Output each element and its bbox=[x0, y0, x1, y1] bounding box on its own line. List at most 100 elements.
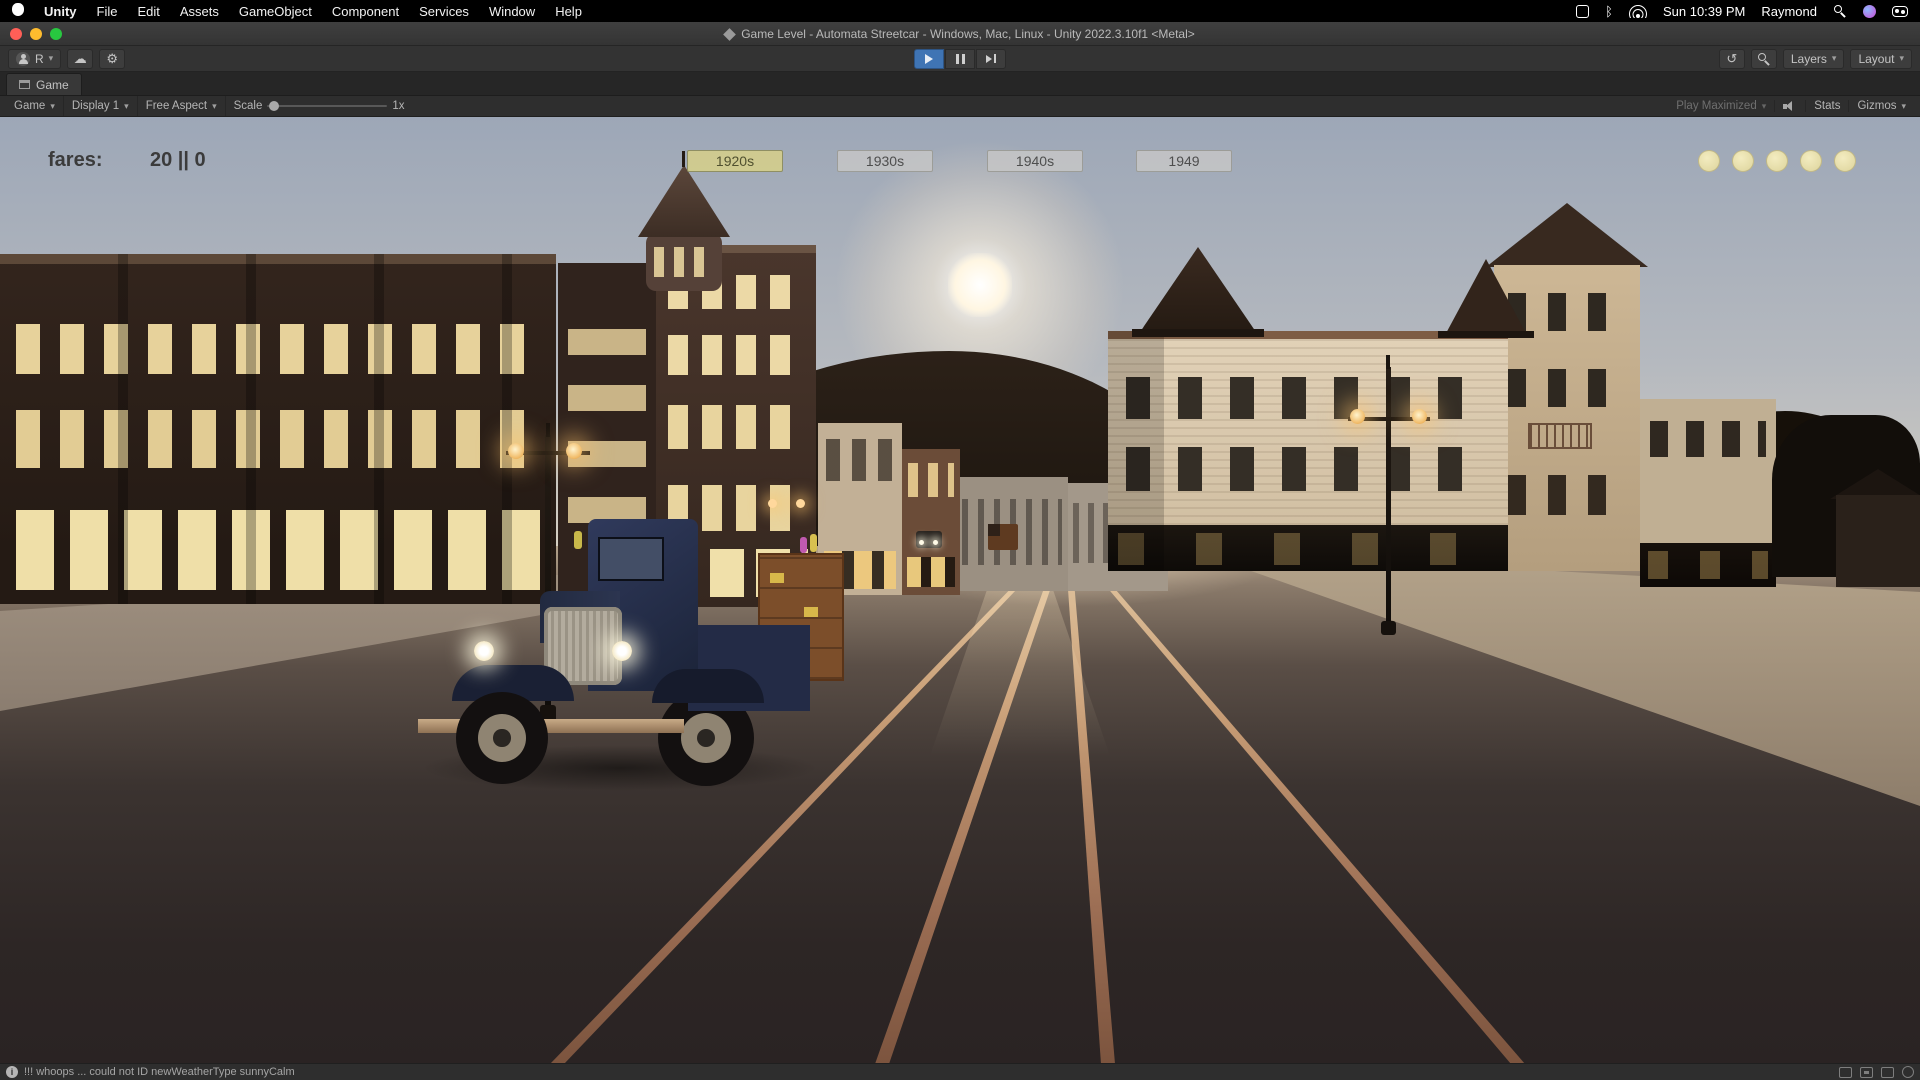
shop-building-brick bbox=[902, 449, 960, 595]
siri-icon[interactable] bbox=[1863, 5, 1876, 18]
menubar-user[interactable]: Raymond bbox=[1761, 4, 1817, 19]
streetlamp-left-globe bbox=[566, 443, 582, 459]
screen: Unity File Edit Assets GameObject Compon… bbox=[0, 0, 1920, 1080]
menu-services[interactable]: Services bbox=[419, 4, 469, 19]
game-tab-icon bbox=[19, 80, 30, 89]
aspect-ratio-dropdown[interactable]: Free Aspect▾ bbox=[138, 96, 226, 116]
mute-audio-button[interactable] bbox=[1775, 100, 1806, 112]
pause-button[interactable] bbox=[945, 49, 975, 69]
minimize-window-button[interactable] bbox=[30, 28, 42, 40]
statusbar-message[interactable]: !!! whoops ... could not ID newWeatherTy… bbox=[24, 1066, 295, 1078]
menubar-status-area: ᛒ Sun 10:39 PM Raymond bbox=[1576, 4, 1908, 19]
statusbar-icon[interactable] bbox=[1839, 1067, 1852, 1078]
window-row bbox=[1126, 377, 1490, 419]
game-viewport[interactable]: fares: 20 || 0 1920s 1930s 1940s 1949 bbox=[0, 117, 1920, 1063]
era-button-1940s[interactable]: 1940s bbox=[987, 150, 1083, 172]
streetlamp-right-base bbox=[1381, 621, 1396, 635]
window-title: Game Level - Automata Streetcar - Window… bbox=[0, 27, 1920, 41]
cloud-services-button[interactable]: ☁ bbox=[67, 49, 93, 69]
truck-rear-fender bbox=[652, 669, 764, 703]
menu-file[interactable]: File bbox=[97, 4, 118, 19]
layers-dropdown[interactable]: Layers▾ bbox=[1783, 49, 1845, 69]
stats-button[interactable]: Stats bbox=[1806, 100, 1849, 112]
truck-windshield bbox=[598, 537, 664, 581]
menu-window[interactable]: Window bbox=[489, 4, 535, 19]
settings-gear-button[interactable]: ⚙ bbox=[99, 49, 125, 69]
window-row bbox=[1508, 293, 1626, 331]
toolbar-left-group: R▾ ☁ ⚙ bbox=[8, 49, 125, 69]
scale-slider[interactable] bbox=[267, 105, 387, 107]
wifi-icon[interactable] bbox=[1629, 5, 1647, 18]
building-left-block bbox=[0, 254, 556, 604]
menu-component[interactable]: Component bbox=[332, 4, 399, 19]
streetlamp-left-finial bbox=[546, 423, 550, 437]
search-button[interactable] bbox=[1751, 49, 1777, 69]
menu-edit[interactable]: Edit bbox=[137, 4, 159, 19]
play-button[interactable] bbox=[914, 49, 944, 69]
undo-history-button[interactable]: ↺ bbox=[1719, 49, 1745, 69]
siding-texture bbox=[1108, 339, 1508, 525]
spotlight-search-icon[interactable] bbox=[1833, 4, 1847, 18]
window-row bbox=[1650, 421, 1766, 457]
cream-turret-left-eave bbox=[1132, 329, 1264, 337]
bluetooth-icon[interactable]: ᛒ bbox=[1605, 4, 1613, 19]
crate-label bbox=[770, 573, 784, 583]
streetlamp-right-globe bbox=[1412, 409, 1427, 424]
close-window-button[interactable] bbox=[10, 28, 22, 40]
step-button[interactable] bbox=[976, 49, 1006, 69]
turret-drum bbox=[646, 233, 722, 291]
tab-strip: Game bbox=[0, 72, 1920, 96]
statusbar-icon[interactable] bbox=[1881, 1067, 1894, 1078]
hud-token bbox=[1732, 150, 1754, 172]
truck-front-wheel bbox=[456, 692, 548, 784]
tall-building bbox=[1494, 265, 1640, 571]
window-row bbox=[668, 405, 804, 449]
zoom-window-button[interactable] bbox=[50, 28, 62, 40]
display-dropdown[interactable]: Display 1▾ bbox=[64, 96, 138, 116]
shop-lamp-glow bbox=[796, 499, 805, 508]
storefront-lit bbox=[907, 557, 955, 587]
window-row bbox=[1126, 447, 1490, 491]
menu-assets[interactable]: Assets bbox=[180, 4, 219, 19]
era-button-1920s[interactable]: 1920s bbox=[687, 150, 783, 172]
cream-building bbox=[1108, 331, 1508, 571]
menu-unity[interactable]: Unity bbox=[44, 4, 77, 19]
control-center-icon[interactable] bbox=[1892, 6, 1908, 17]
corner-shading bbox=[1108, 331, 1164, 571]
streetlamp-right-finial bbox=[1386, 355, 1390, 369]
statusbar-icons bbox=[1839, 1066, 1914, 1078]
play-maximized-dropdown[interactable]: Play Maximized▾ bbox=[1668, 100, 1775, 112]
distant-truck bbox=[988, 524, 1018, 550]
distant-car bbox=[916, 531, 942, 548]
menu-help[interactable]: Help bbox=[555, 4, 582, 19]
extension-icon[interactable] bbox=[1576, 5, 1589, 18]
speaker-icon bbox=[1783, 100, 1797, 112]
hud-token bbox=[1834, 150, 1856, 172]
window-row bbox=[668, 335, 804, 375]
far-house bbox=[1836, 495, 1920, 587]
layout-dropdown[interactable]: Layout▾ bbox=[1850, 49, 1912, 69]
gizmos-dropdown[interactable]: Gizmos▾ bbox=[1849, 100, 1914, 112]
scale-slider-knob[interactable] bbox=[269, 101, 279, 111]
low-building-right bbox=[1640, 399, 1776, 587]
apple-menu-icon[interactable] bbox=[12, 3, 24, 19]
account-dropdown[interactable]: R▾ bbox=[8, 49, 61, 69]
scale-control: Scale 1x bbox=[226, 96, 413, 116]
info-icon[interactable]: i bbox=[6, 1066, 18, 1078]
hud-token bbox=[1698, 150, 1720, 172]
era-button-1949[interactable]: 1949 bbox=[1136, 150, 1232, 172]
menu-gameobject[interactable]: GameObject bbox=[239, 4, 312, 19]
truck-headlight bbox=[474, 641, 494, 661]
window-row bbox=[568, 323, 646, 523]
menubar-clock[interactable]: Sun 10:39 PM bbox=[1663, 4, 1745, 19]
game-mode-dropdown[interactable]: Game▾ bbox=[6, 96, 64, 116]
tab-game[interactable]: Game bbox=[6, 73, 82, 95]
turret-finial bbox=[682, 151, 685, 167]
macos-menubar: Unity File Edit Assets GameObject Compon… bbox=[0, 0, 1920, 22]
window-row bbox=[1508, 475, 1626, 515]
statusbar-icon[interactable] bbox=[1902, 1066, 1914, 1078]
era-button-1930s[interactable]: 1930s bbox=[837, 150, 933, 172]
pedestrian-magenta bbox=[800, 537, 807, 553]
statusbar-icon[interactable] bbox=[1860, 1067, 1873, 1078]
window-row bbox=[1508, 369, 1626, 407]
